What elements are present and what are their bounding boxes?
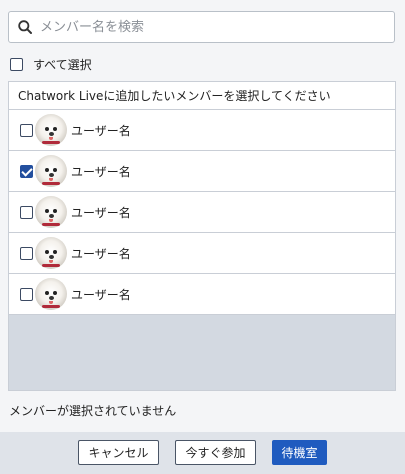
avatar (35, 278, 67, 310)
member-checkbox[interactable] (20, 246, 33, 260)
member-row[interactable]: ユーザー名 (9, 192, 395, 233)
member-checkbox[interactable] (20, 123, 33, 137)
avatar (35, 114, 67, 146)
search-input[interactable] (38, 18, 394, 36)
member-list-panel: Chatwork Liveに追加したいメンバーを選択してください ユーザー名ユー… (8, 81, 396, 391)
member-checkbox[interactable] (20, 205, 33, 219)
member-name: ユーザー名 (71, 246, 131, 261)
member-row[interactable]: ユーザー名 (9, 274, 395, 315)
member-name: ユーザー名 (71, 205, 131, 220)
search-icon (18, 20, 32, 34)
select-all-label: すべて選択 (33, 57, 92, 72)
member-list-header: Chatwork Liveに追加したいメンバーを選択してください (9, 82, 395, 110)
select-all[interactable]: すべて選択 (10, 56, 92, 72)
member-name: ユーザー名 (71, 287, 131, 302)
member-checkbox[interactable] (20, 164, 33, 178)
waiting-room-button[interactable]: 待機室 (272, 440, 327, 465)
member-row[interactable]: ユーザー名 (9, 233, 395, 274)
avatar (35, 196, 67, 228)
member-row[interactable]: ユーザー名 (9, 110, 395, 151)
selection-status: メンバーが選択されていません (9, 404, 177, 418)
footer-bar: キャンセル 今すぐ参加 待機室 (0, 432, 405, 474)
select-all-checkbox[interactable] (10, 57, 23, 71)
avatar (35, 155, 67, 187)
avatar (35, 237, 67, 269)
member-name: ユーザー名 (71, 164, 131, 179)
member-row[interactable]: ユーザー名 (9, 151, 395, 192)
search-box[interactable] (8, 11, 395, 43)
cancel-button[interactable]: キャンセル (78, 440, 159, 465)
member-name: ユーザー名 (71, 123, 131, 138)
member-checkbox[interactable] (20, 287, 33, 301)
join-now-button[interactable]: 今すぐ参加 (175, 440, 256, 465)
